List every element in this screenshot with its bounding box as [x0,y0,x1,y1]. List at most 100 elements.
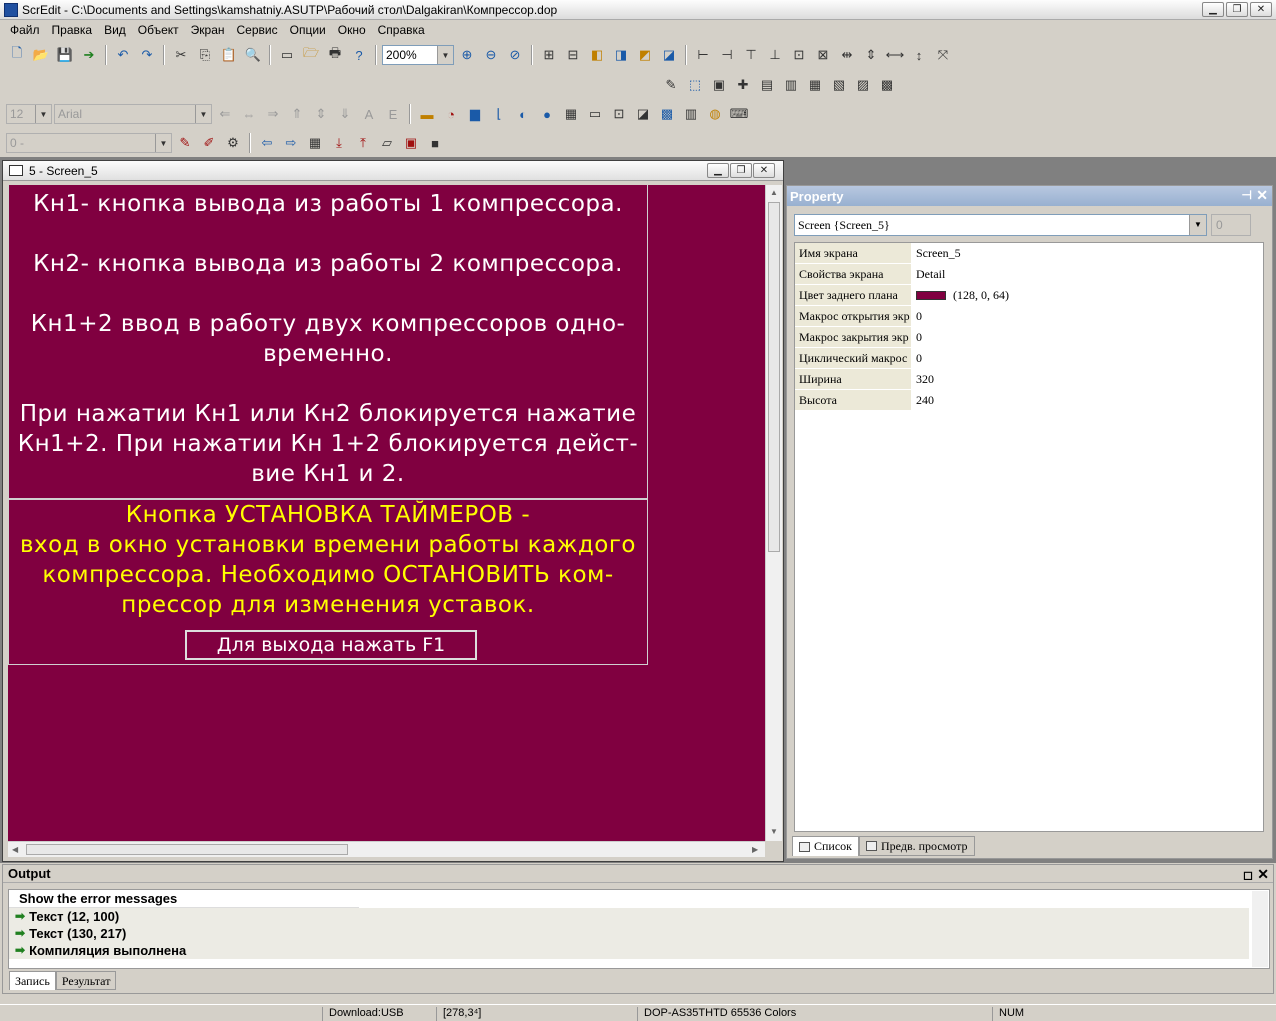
box5-icon[interactable]: ▨ [852,75,874,95]
new-file-icon[interactable]: 🗋 [6,45,28,65]
output-scrollbar[interactable] [1252,891,1268,967]
align-text-left-icon[interactable]: ⇐ [214,104,236,124]
bar-object-icon[interactable]: ▆ [464,104,486,124]
close-icon[interactable]: ✕ [1257,865,1269,883]
menu-service[interactable]: Сервис [231,23,284,37]
calendar-icon[interactable]: ▦ [304,133,326,153]
font-size-select[interactable]: 12 ▼ [6,104,52,124]
zoom-in-icon[interactable]: ⊕ [456,45,478,65]
valign-bottom-icon[interactable]: ⇓ [334,104,356,124]
same-height-icon[interactable]: ↕ [908,45,930,65]
box-icon[interactable]: ▤ [756,75,778,95]
zoom-fit-icon[interactable]: ⊘ [504,45,526,65]
menu-window[interactable]: Окно [332,23,372,37]
bring-front-icon[interactable]: ◧ [586,45,608,65]
simulate-icon[interactable]: ▣ [400,133,422,153]
horizontal-scrollbar[interactable]: ◀ ▶ [8,841,765,857]
list-item[interactable]: ➡ Текст (130, 217) [9,925,1249,942]
font-name-select[interactable]: Arial ▼ [54,104,212,124]
open-folder-icon[interactable]: 📂 [30,45,52,65]
align-center-h-icon[interactable]: ⊡ [788,45,810,65]
property-row[interactable]: Циклический макрос : 0 [795,348,1263,369]
menu-view[interactable]: Вид [98,23,132,37]
table-object-icon[interactable]: ▥ [680,104,702,124]
trend-object-icon[interactable]: ⌊ [488,104,510,124]
property-row[interactable]: Макрос закрытия экр 0 [795,327,1263,348]
child-maximize-button[interactable]: ❐ [730,163,752,178]
vertical-scroll-thumb[interactable] [768,202,780,552]
bring-forward-icon[interactable]: ◩ [634,45,656,65]
scroll-up-icon[interactable]: ▲ [770,188,778,197]
sound-object-icon[interactable]: ◍ [704,104,726,124]
menu-edit[interactable]: Правка [46,23,99,37]
text-color-icon[interactable]: A [358,104,380,124]
circle-object-icon[interactable]: ● [536,104,558,124]
cross-icon[interactable]: ✚ [732,75,754,95]
align-bottom-icon[interactable]: ⊥ [764,45,786,65]
maximize-icon[interactable]: ◻ [1243,866,1253,884]
close-icon[interactable]: ✕ [1256,187,1268,204]
valign-middle-icon[interactable]: ⇕ [310,104,332,124]
print-icon[interactable]: 🖶 [324,45,346,65]
tool-a-icon[interactable]: ✎ [174,133,196,153]
property-row[interactable]: Имя экрана Screen_5 [795,243,1263,264]
button-object-icon[interactable]: ▬ [416,104,438,124]
valign-top-icon[interactable]: ⇑ [286,104,308,124]
redo-icon[interactable]: ↷ [136,45,158,65]
menu-help[interactable]: Справка [372,23,431,37]
alarm-object-icon[interactable]: ◪ [632,104,654,124]
same-width-icon[interactable]: ⟷ [884,45,906,65]
color-swatch[interactable] [916,291,946,300]
menu-file[interactable]: Файл [4,23,46,37]
copy-icon[interactable]: ⎘ [194,45,216,65]
arrow-right-icon[interactable]: ⇨ [280,133,302,153]
pin-icon[interactable]: ⊣ [1242,188,1252,202]
menu-options[interactable]: Опции [284,23,332,37]
text-style-icon[interactable]: E [382,104,404,124]
align-left-icon[interactable]: ⊢ [692,45,714,65]
zoom-out-icon[interactable]: ⊖ [480,45,502,65]
close-button[interactable]: ✕ [1250,2,1272,17]
send-back-icon[interactable]: ◨ [610,45,632,65]
tool-b-icon[interactable]: ✐ [198,133,220,153]
screen-canvas[interactable]: Кн1- кнопка вывода из работы 1 компрессо… [8,185,765,841]
input-object-icon[interactable]: ▦ [560,104,582,124]
pencil-icon[interactable]: ✎ [660,75,682,95]
minimize-button[interactable]: ▁ [1202,2,1224,17]
scroll-right-icon[interactable]: ▶ [752,845,758,854]
menu-screen[interactable]: Экран [185,23,231,37]
open-screen-icon[interactable]: 🗁 [300,45,322,65]
tab-list[interactable]: Список [792,836,860,856]
undo-icon[interactable]: ↶ [112,45,134,65]
property-spinner[interactable]: 0 [1211,214,1251,236]
picture-object-icon[interactable]: ⊡ [608,104,630,124]
align-center-v-icon[interactable]: ⊠ [812,45,834,65]
distribute-h-icon[interactable]: ⇹ [836,45,858,65]
child-minimize-button[interactable]: ▁ [707,163,729,178]
scroll-left-icon[interactable]: ◀ [12,845,18,854]
send-backward-icon[interactable]: ◪ [658,45,680,65]
download-icon[interactable]: ⤓ [328,133,350,153]
display-object-icon[interactable]: ▭ [584,104,606,124]
property-row[interactable]: Цвет заднего плана (128, 0, 64) [795,285,1263,306]
box3-icon[interactable]: ▦ [804,75,826,95]
box2-icon[interactable]: ▥ [780,75,802,95]
maximize-button[interactable]: ❐ [1226,2,1248,17]
property-row[interactable]: Ширина 320 [795,369,1263,390]
find-icon[interactable]: 🔍 [242,45,264,65]
meter-object-icon[interactable]: ◔ [440,104,462,124]
distribute-v-icon[interactable]: ⇕ [860,45,882,65]
same-size-icon[interactable]: ⤧ [932,45,954,65]
tab-record[interactable]: Запись [9,971,56,990]
tool-c-icon[interactable]: ⚙ [222,133,244,153]
vertical-scrollbar[interactable]: ▲ ▼ [765,185,782,841]
new-screen-icon[interactable]: ▭ [276,45,298,65]
box6-icon[interactable]: ▩ [876,75,898,95]
layer-select[interactable]: 0 - ▼ [6,133,172,153]
pie-object-icon[interactable]: ◐ [512,104,534,124]
save-icon[interactable]: 💾 [54,45,76,65]
frame-icon[interactable]: ▣ [708,75,730,95]
align-text-center-icon[interactable]: ⇔ [238,104,260,124]
page-icon[interactable]: ▱ [376,133,398,153]
object-select[interactable]: Screen {Screen_5} ▼ [794,214,1207,236]
